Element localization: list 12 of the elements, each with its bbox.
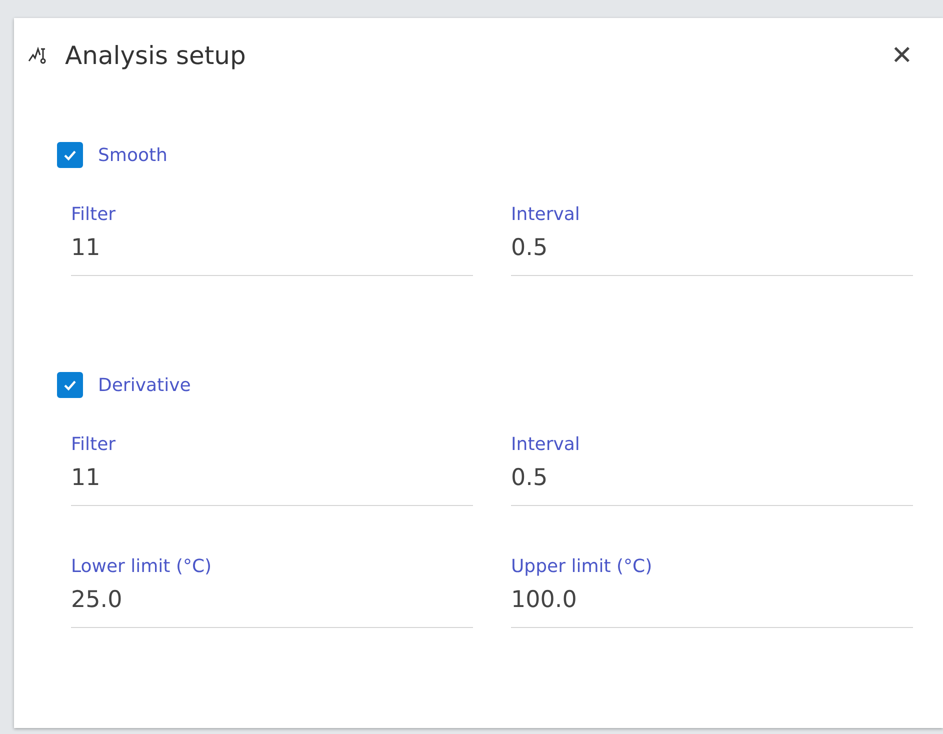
input-field[interactable]: Interval 0.5 xyxy=(511,204,913,276)
checkbox[interactable] xyxy=(57,142,83,168)
dialog-title: Analysis setup xyxy=(65,40,247,70)
input-field[interactable]: Upper limit (°C) 100.0 xyxy=(511,556,913,628)
input-field[interactable]: Interval 0.5 xyxy=(511,434,913,506)
input-field[interactable]: Filter 11 xyxy=(71,434,473,506)
checkbox[interactable] xyxy=(57,372,83,398)
checkbox-label: Derivative xyxy=(98,374,191,396)
input-field[interactable]: Filter 11 xyxy=(71,204,473,276)
close-button[interactable]: ✕ xyxy=(891,40,913,70)
input-field[interactable]: Lower limit (°C) 25.0 xyxy=(71,556,473,628)
checkbox-label: Smooth xyxy=(98,144,168,166)
